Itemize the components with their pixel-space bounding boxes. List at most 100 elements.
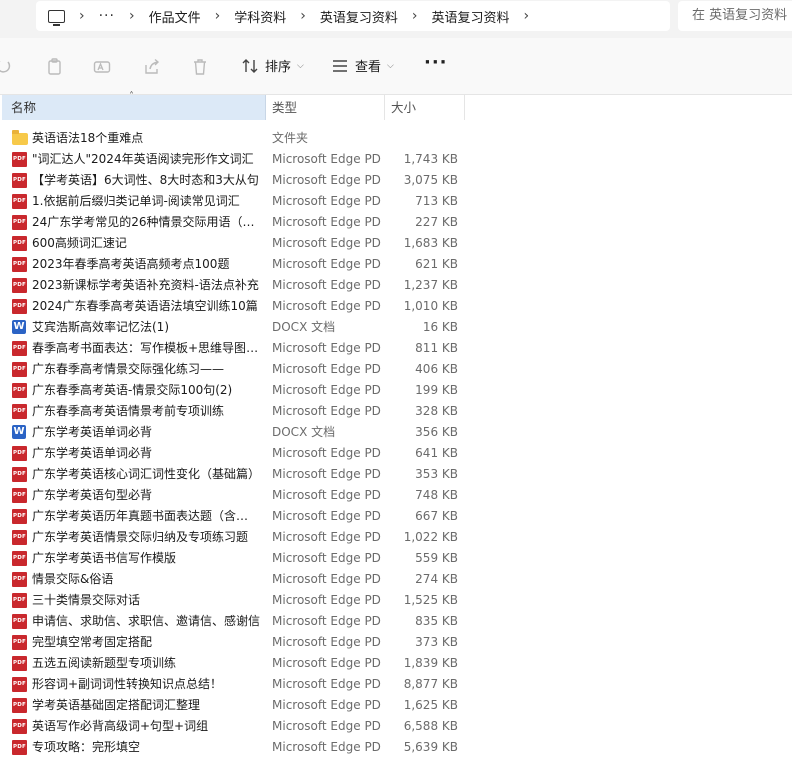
file-row[interactable]: PDF 英语写作必背高级词+句型+词组 Microsoft Edge PDF 6,58… xyxy=(0,716,792,737)
file-row[interactable]: W 艾宾浩斯高效率记忆法(1) DOCX 文档 16 KB xyxy=(0,317,792,338)
file-row[interactable]: PDF 春季高考书面表达：写作模板+思维导图+范文 Microsoft Edge P… xyxy=(0,338,792,359)
file-row[interactable]: PDF 情景交际&俗语 Microsoft Edge PDF 274 KB xyxy=(0,569,792,590)
file-type: Microsoft Edge PDF xyxy=(272,509,382,523)
chevron-right-icon[interactable]: › xyxy=(412,8,418,24)
file-name: 2023年春季高考英语高频考点100题 xyxy=(32,257,230,271)
pdf-icon: PDF xyxy=(12,194,27,209)
file-name: 600高频词汇速记 xyxy=(32,236,127,250)
pdf-icon: PDF xyxy=(12,152,27,167)
file-row[interactable]: PDF 五选五阅读新题型专项训练 Microsoft Edge PDF 1,839 K… xyxy=(0,653,792,674)
share-icon[interactable] xyxy=(143,58,161,76)
chevron-right-icon[interactable]: › xyxy=(129,8,135,24)
breadcrumb-item[interactable]: 作品文件 xyxy=(149,7,201,26)
file-name: 学考英语基础固定搭配词汇整理 xyxy=(32,698,201,712)
file-row[interactable]: PDF 形容词+副词词性转换知识点总结！ Microsoft Edge PDF 8,8… xyxy=(0,674,792,695)
file-row[interactable]: PDF 广东学考英语历年真题书面表达题（含范文） Microsoft Edge PD… xyxy=(0,506,792,527)
sort-button[interactable]: 排序 ⌵ xyxy=(241,56,304,75)
file-row[interactable]: PDF 专项攻略：完形填空 Microsoft Edge PDF 5,639 KB xyxy=(0,737,792,758)
file-name: 广东春季高考英语-情景交际100句(2) xyxy=(32,383,233,397)
pdf-icon: PDF xyxy=(12,614,27,629)
file-row[interactable]: PDF 完型填空常考固定搭配 Microsoft Edge PDF 373 KB xyxy=(0,632,792,653)
file-name: 2024广东春季高考英语语法填空训练10篇 xyxy=(32,299,258,313)
file-size: 227 KB xyxy=(415,215,458,229)
rename-icon[interactable] xyxy=(93,58,111,76)
file-row[interactable]: PDF 2024广东春季高考英语语法填空训练10篇 Microsoft Edge P… xyxy=(0,296,792,317)
breadcrumb-item-current[interactable]: 英语复习资料 xyxy=(431,7,509,26)
pdf-icon: PDF xyxy=(12,404,27,419)
this-pc-icon[interactable] xyxy=(48,9,65,26)
chevron-down-icon: ⌵ xyxy=(297,60,304,71)
search-input[interactable]: 在 英语复习资料 中搜索 xyxy=(678,1,792,31)
file-size: 6,588 KB xyxy=(403,719,458,733)
pdf-icon: PDF xyxy=(12,173,27,188)
file-size: 1,839 KB xyxy=(403,656,458,670)
file-row[interactable]: PDF 广东学考英语书信写作模版 Microsoft Edge PDF 559 KB xyxy=(0,548,792,569)
file-row[interactable]: PDF "词汇达人"2024年英语阅读完形作文词汇 Microsoft Edge P… xyxy=(0,149,792,170)
file-size: 713 KB xyxy=(415,194,458,208)
file-row[interactable]: PDF 广东春季高考英语-情景交际100句(2) Microsoft Edge PD… xyxy=(0,380,792,401)
file-type: Microsoft Edge PDF xyxy=(272,194,382,208)
file-name: 广东学考英语情景交际归纳及专项练习题 xyxy=(32,530,249,544)
file-row[interactable]: PDF 600高频词汇速记 Microsoft Edge PDF 1,683 KB xyxy=(0,233,792,254)
file-row[interactable]: PDF 1.依据前后缀归类记单词-阅读常见词汇 Microsoft Edge PDF… xyxy=(0,191,792,212)
column-header-size[interactable]: 大小 xyxy=(385,95,465,120)
file-row[interactable]: PDF 广东学考英语单词必背 Microsoft Edge PDF 641 KB xyxy=(0,443,792,464)
file-name: 情景交际&俗语 xyxy=(32,572,114,586)
file-name: 广东学考英语书信写作模版 xyxy=(32,551,177,565)
column-header-row: ˄ 名称 类型 大小 xyxy=(0,92,792,121)
file-name: 广东学考英语核心词汇词性变化（基础篇） xyxy=(32,467,260,481)
chevron-right-icon[interactable]: › xyxy=(300,8,306,24)
column-header-name[interactable]: ˄ 名称 xyxy=(2,92,266,120)
file-row[interactable]: PDF 广东学考英语句型必背 Microsoft Edge PDF 748 KB xyxy=(0,485,792,506)
pdf-icon: PDF xyxy=(12,488,27,503)
breadcrumb-item[interactable]: 英语复习资料 xyxy=(320,7,398,26)
word-doc-icon: W xyxy=(12,425,26,439)
file-row[interactable]: PDF 2023新课标学考英语补充资料-语法点补充 Microsoft Edge P… xyxy=(0,275,792,296)
view-label: 查看 xyxy=(355,60,382,75)
file-type: Microsoft Edge PDF xyxy=(272,656,382,670)
file-row[interactable]: PDF 学考英语基础固定搭配词汇整理 Microsoft Edge PDF 1,625… xyxy=(0,695,792,716)
file-type: Microsoft Edge PDF xyxy=(272,572,382,586)
paste-icon[interactable] xyxy=(46,58,64,76)
more-options-button[interactable]: ··· xyxy=(424,52,448,73)
chevron-right-icon[interactable]: › xyxy=(523,8,529,24)
file-name: 广东学考英语历年真题书面表达题（含范文） xyxy=(32,509,260,523)
file-row[interactable]: W 广东学考英语单词必背 DOCX 文档 356 KB xyxy=(0,422,792,443)
file-row[interactable]: PDF 申请信、求助信、求职信、邀请信、感谢信 Microsoft Edge PDF… xyxy=(0,611,792,632)
file-row[interactable]: PDF 广东学考英语情景交际归纳及专项练习题 Microsoft Edge PDF 1… xyxy=(0,527,792,548)
file-type: Microsoft Edge PDF xyxy=(272,740,382,754)
chevron-right-icon[interactable]: › xyxy=(215,8,221,24)
file-row[interactable]: PDF 广东学考英语核心词汇词性变化（基础篇） Microsoft Edge PDF… xyxy=(0,464,792,485)
file-type: Microsoft Edge PDF xyxy=(272,404,382,418)
column-header-type[interactable]: 类型 xyxy=(266,95,385,120)
file-row[interactable]: PDF 三十类情景交际对话 Microsoft Edge PDF 1,525 KB xyxy=(0,590,792,611)
file-row[interactable]: 英语语法18个重难点 文件夹 xyxy=(0,128,792,149)
file-row[interactable]: PDF 广东春季高考情景交际强化练习—— Microsoft Edge PDF 406… xyxy=(0,359,792,380)
view-button[interactable]: 查看 ⌵ xyxy=(331,56,394,75)
pdf-icon: PDF xyxy=(12,719,27,734)
file-type: Microsoft Edge PDF xyxy=(272,278,382,292)
file-name: 【学考英语】6大词性、8大时态和3大从句 xyxy=(32,173,259,187)
file-size: 641 KB xyxy=(415,446,458,460)
file-type: Microsoft Edge PDF xyxy=(272,152,382,166)
pdf-icon: PDF xyxy=(12,740,27,755)
view-list-icon xyxy=(333,59,347,72)
pdf-icon: PDF xyxy=(12,383,27,398)
file-row[interactable]: PDF 广东春季高考英语情景考前专项训练 Microsoft Edge PDF 328… xyxy=(0,401,792,422)
delete-icon[interactable] xyxy=(191,58,209,76)
file-type: Microsoft Edge PDF xyxy=(272,698,382,712)
file-name: 1.依据前后缀归类记单词-阅读常见词汇 xyxy=(32,194,240,208)
file-row[interactable]: PDF 24广东学考常见的26种情景交际用语（含答案） Microsoft Edge… xyxy=(0,212,792,233)
breadcrumb-item[interactable]: 学科资料 xyxy=(234,7,286,26)
address-bar[interactable]: › ··· › 作品文件 › 学科资料 › 英语复习资料 › 英语复习资料 › xyxy=(36,1,670,31)
file-name: 五选五阅读新题型专项训练 xyxy=(32,656,177,670)
file-row[interactable]: PDF 2023年春季高考英语高频考点100题 Microsoft Edge PDF… xyxy=(0,254,792,275)
file-size: 356 KB xyxy=(415,425,458,439)
chevron-right-icon[interactable]: › xyxy=(79,8,85,24)
file-name: 英语写作必背高级词+句型+词组 xyxy=(32,719,209,733)
copy-path-icon[interactable] xyxy=(0,58,12,76)
file-row[interactable]: PDF 【学考英语】6大词性、8大时态和3大从句 Microsoft Edge PD… xyxy=(0,170,792,191)
column-header-type-label: 类型 xyxy=(272,100,298,115)
pdf-icon: PDF xyxy=(12,530,27,545)
breadcrumb-overflow[interactable]: ··· xyxy=(99,8,115,24)
